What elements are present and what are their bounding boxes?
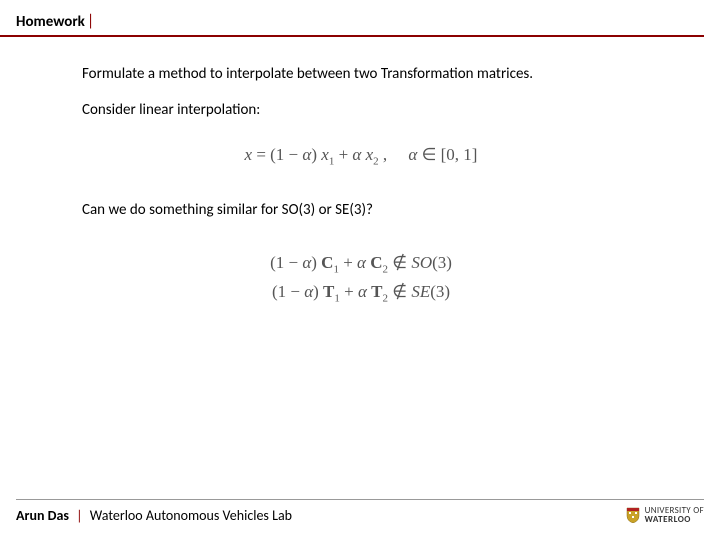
- logo-text: UNIVERSITY OF WATERLOO: [645, 506, 704, 524]
- header-pipe: |: [87, 12, 94, 31]
- header-title: Homework: [16, 13, 85, 31]
- footer-text: Arun Das | Waterloo Autonomous Vehicles …: [16, 507, 292, 524]
- shield-icon: [626, 507, 640, 523]
- logo-waterloo: WATERLOO: [645, 515, 704, 524]
- formula-so3-se3: (1 − α) C1 + α C2 ∉ SO(3) (1 − α) T1 + α…: [82, 253, 720, 304]
- footer-lab: Waterloo Autonomous Vehicles Lab: [90, 507, 292, 524]
- footer-author: Arun Das: [16, 507, 69, 524]
- formula-linear-interpolation: x = (1 − α) x1 + α x2 , α ∈ [0, 1]: [82, 145, 720, 167]
- slide-header: Homework|: [0, 0, 704, 37]
- formula-so3: (1 − α) C1 + α C2 ∉ SO(3): [82, 253, 640, 275]
- slide-content: Formulate a method to interpolate betwee…: [0, 37, 720, 304]
- paragraph-1: Formulate a method to interpolate betwee…: [82, 65, 720, 83]
- footer-pipe: |: [76, 507, 82, 524]
- formula-se3: (1 − α) T1 + α T2 ∉ SE(3): [82, 282, 640, 304]
- paragraph-3: Can we do something similar for SO(3) or…: [82, 201, 720, 219]
- slide-footer: Arun Das | Waterloo Autonomous Vehicles …: [16, 499, 704, 524]
- university-logo: UNIVERSITY OF WATERLOO: [626, 506, 704, 524]
- paragraph-2: Consider linear interpolation:: [82, 101, 720, 119]
